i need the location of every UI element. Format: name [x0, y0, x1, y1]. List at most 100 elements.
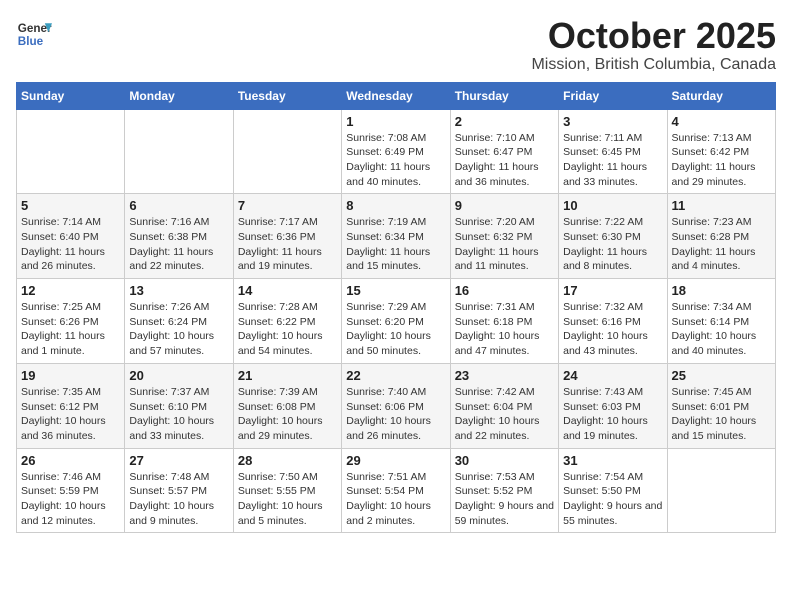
day-info: Sunrise: 7:28 AM Sunset: 6:22 PM Dayligh… [238, 300, 337, 359]
day-info: Sunrise: 7:13 AM Sunset: 6:42 PM Dayligh… [672, 131, 771, 190]
day-info: Sunrise: 7:17 AM Sunset: 6:36 PM Dayligh… [238, 215, 337, 274]
calendar-cell [17, 109, 125, 194]
day-number: 11 [672, 198, 771, 213]
day-info: Sunrise: 7:35 AM Sunset: 6:12 PM Dayligh… [21, 385, 120, 444]
weekday-header-row: SundayMondayTuesdayWednesdayThursdayFrid… [17, 82, 776, 109]
day-info: Sunrise: 7:22 AM Sunset: 6:30 PM Dayligh… [563, 215, 662, 274]
day-info: Sunrise: 7:43 AM Sunset: 6:03 PM Dayligh… [563, 385, 662, 444]
day-info: Sunrise: 7:19 AM Sunset: 6:34 PM Dayligh… [346, 215, 445, 274]
calendar-cell: 15 Sunrise: 7:29 AM Sunset: 6:20 PM Dayli… [342, 279, 450, 364]
calendar-cell [233, 109, 341, 194]
day-info: Sunrise: 7:34 AM Sunset: 6:14 PM Dayligh… [672, 300, 771, 359]
day-info: Sunrise: 7:26 AM Sunset: 6:24 PM Dayligh… [129, 300, 228, 359]
calendar-cell: 11Sunrise: 7:23 AM Sunset: 6:28 PM Dayli… [667, 194, 775, 279]
day-info: Sunrise: 7:50 AM Sunset: 5:55 PM Dayligh… [238, 470, 337, 529]
day-number: 25 [672, 368, 771, 383]
day-number: 12 [21, 283, 120, 298]
calendar-week-1: 1 Sunrise: 7:08 AM Sunset: 6:49 PM Daylig… [17, 109, 776, 194]
weekday-header-tuesday: Tuesday [233, 82, 341, 109]
title-area: October 2025 Mission, British Columbia, … [531, 16, 776, 74]
day-number: 8 [346, 198, 445, 213]
calendar-cell [125, 109, 233, 194]
calendar-cell: 25Sunrise: 7:45 AM Sunset: 6:01 PM Dayli… [667, 363, 775, 448]
calendar-cell: 18 Sunrise: 7:34 AM Sunset: 6:14 PM Dayli… [667, 279, 775, 364]
calendar-cell: 28 Sunrise: 7:50 AM Sunset: 5:55 PM Dayli… [233, 448, 341, 533]
day-info: Sunrise: 7:16 AM Sunset: 6:38 PM Dayligh… [129, 215, 228, 274]
calendar-cell: 17Sunrise: 7:32 AM Sunset: 6:16 PM Dayli… [559, 279, 667, 364]
calendar-cell: 26 Sunrise: 7:46 AM Sunset: 5:59 PM Dayli… [17, 448, 125, 533]
day-info: Sunrise: 7:25 AM Sunset: 6:26 PM Dayligh… [21, 300, 120, 359]
day-number: 28 [238, 453, 337, 468]
calendar-cell: 6 Sunrise: 7:16 AM Sunset: 6:38 PM Daylig… [125, 194, 233, 279]
calendar-cell: 27Sunrise: 7:48 AM Sunset: 5:57 PM Dayli… [125, 448, 233, 533]
day-info: Sunrise: 7:40 AM Sunset: 6:06 PM Dayligh… [346, 385, 445, 444]
day-info: Sunrise: 7:39 AM Sunset: 6:08 PM Dayligh… [238, 385, 337, 444]
weekday-header-saturday: Saturday [667, 82, 775, 109]
weekday-header-monday: Monday [125, 82, 233, 109]
day-number: 26 [21, 453, 120, 468]
day-info: Sunrise: 7:20 AM Sunset: 6:32 PM Dayligh… [455, 215, 554, 274]
calendar-cell: 8 Sunrise: 7:19 AM Sunset: 6:34 PM Daylig… [342, 194, 450, 279]
day-info: Sunrise: 7:51 AM Sunset: 5:54 PM Dayligh… [346, 470, 445, 529]
day-number: 10 [563, 198, 662, 213]
day-info: Sunrise: 7:14 AM Sunset: 6:40 PM Dayligh… [21, 215, 120, 274]
day-number: 18 [672, 283, 771, 298]
day-number: 20 [129, 368, 228, 383]
calendar-cell: 30 Sunrise: 7:53 AM Sunset: 5:52 PM Dayli… [450, 448, 558, 533]
day-number: 4 [672, 114, 771, 129]
calendar-cell [667, 448, 775, 533]
calendar-week-4: 19 Sunrise: 7:35 AM Sunset: 6:12 PM Dayli… [17, 363, 776, 448]
calendar-cell: 14Sunrise: 7:28 AM Sunset: 6:22 PM Dayli… [233, 279, 341, 364]
calendar-cell: 2Sunrise: 7:10 AM Sunset: 6:47 PM Daylig… [450, 109, 558, 194]
month-title: October 2025 [531, 16, 776, 56]
day-info: Sunrise: 7:48 AM Sunset: 5:57 PM Dayligh… [129, 470, 228, 529]
day-number: 30 [455, 453, 554, 468]
day-number: 21 [238, 368, 337, 383]
day-info: Sunrise: 7:54 AM Sunset: 5:50 PM Dayligh… [563, 470, 662, 529]
day-info: Sunrise: 7:29 AM Sunset: 6:20 PM Dayligh… [346, 300, 445, 359]
weekday-header-thursday: Thursday [450, 82, 558, 109]
logo-icon: General Blue [16, 16, 52, 52]
day-info: Sunrise: 7:32 AM Sunset: 6:16 PM Dayligh… [563, 300, 662, 359]
day-number: 15 [346, 283, 445, 298]
day-number: 1 [346, 114, 445, 129]
calendar-cell: 5Sunrise: 7:14 AM Sunset: 6:40 PM Daylig… [17, 194, 125, 279]
calendar-cell: 31 Sunrise: 7:54 AM Sunset: 5:50 PM Dayli… [559, 448, 667, 533]
calendar-cell: 10 Sunrise: 7:22 AM Sunset: 6:30 PM Dayli… [559, 194, 667, 279]
calendar-cell: 24 Sunrise: 7:43 AM Sunset: 6:03 PM Dayli… [559, 363, 667, 448]
day-number: 19 [21, 368, 120, 383]
calendar-week-3: 12 Sunrise: 7:25 AM Sunset: 6:26 PM Dayli… [17, 279, 776, 364]
calendar: SundayMondayTuesdayWednesdayThursdayFrid… [16, 82, 776, 534]
header: General Blue October 2025 Mission, Briti… [16, 16, 776, 74]
day-number: 31 [563, 453, 662, 468]
day-number: 7 [238, 198, 337, 213]
calendar-cell: 21 Sunrise: 7:39 AM Sunset: 6:08 PM Dayli… [233, 363, 341, 448]
day-number: 29 [346, 453, 445, 468]
day-number: 3 [563, 114, 662, 129]
calendar-cell: 13Sunrise: 7:26 AM Sunset: 6:24 PM Dayli… [125, 279, 233, 364]
location-title: Mission, British Columbia, Canada [531, 56, 776, 74]
calendar-cell: 29 Sunrise: 7:51 AM Sunset: 5:54 PM Dayli… [342, 448, 450, 533]
day-number: 24 [563, 368, 662, 383]
logo: General Blue [16, 16, 52, 52]
day-number: 23 [455, 368, 554, 383]
weekday-header-friday: Friday [559, 82, 667, 109]
calendar-week-5: 26 Sunrise: 7:46 AM Sunset: 5:59 PM Dayli… [17, 448, 776, 533]
calendar-cell: 7 Sunrise: 7:17 AM Sunset: 6:36 PM Daylig… [233, 194, 341, 279]
day-info: Sunrise: 7:42 AM Sunset: 6:04 PM Dayligh… [455, 385, 554, 444]
calendar-cell: 22Sunrise: 7:40 AM Sunset: 6:06 PM Dayli… [342, 363, 450, 448]
calendar-cell: 12 Sunrise: 7:25 AM Sunset: 6:26 PM Dayli… [17, 279, 125, 364]
calendar-cell: 20 Sunrise: 7:37 AM Sunset: 6:10 PM Dayli… [125, 363, 233, 448]
day-info: Sunrise: 7:46 AM Sunset: 5:59 PM Dayligh… [21, 470, 120, 529]
calendar-cell: 4 Sunrise: 7:13 AM Sunset: 6:42 PM Daylig… [667, 109, 775, 194]
day-number: 6 [129, 198, 228, 213]
day-info: Sunrise: 7:53 AM Sunset: 5:52 PM Dayligh… [455, 470, 554, 529]
day-info: Sunrise: 7:10 AM Sunset: 6:47 PM Dayligh… [455, 131, 554, 190]
calendar-week-2: 5Sunrise: 7:14 AM Sunset: 6:40 PM Daylig… [17, 194, 776, 279]
day-info: Sunrise: 7:08 AM Sunset: 6:49 PM Dayligh… [346, 131, 445, 190]
day-info: Sunrise: 7:31 AM Sunset: 6:18 PM Dayligh… [455, 300, 554, 359]
day-info: Sunrise: 7:11 AM Sunset: 6:45 PM Dayligh… [563, 131, 662, 190]
day-number: 16 [455, 283, 554, 298]
day-info: Sunrise: 7:37 AM Sunset: 6:10 PM Dayligh… [129, 385, 228, 444]
day-number: 9 [455, 198, 554, 213]
